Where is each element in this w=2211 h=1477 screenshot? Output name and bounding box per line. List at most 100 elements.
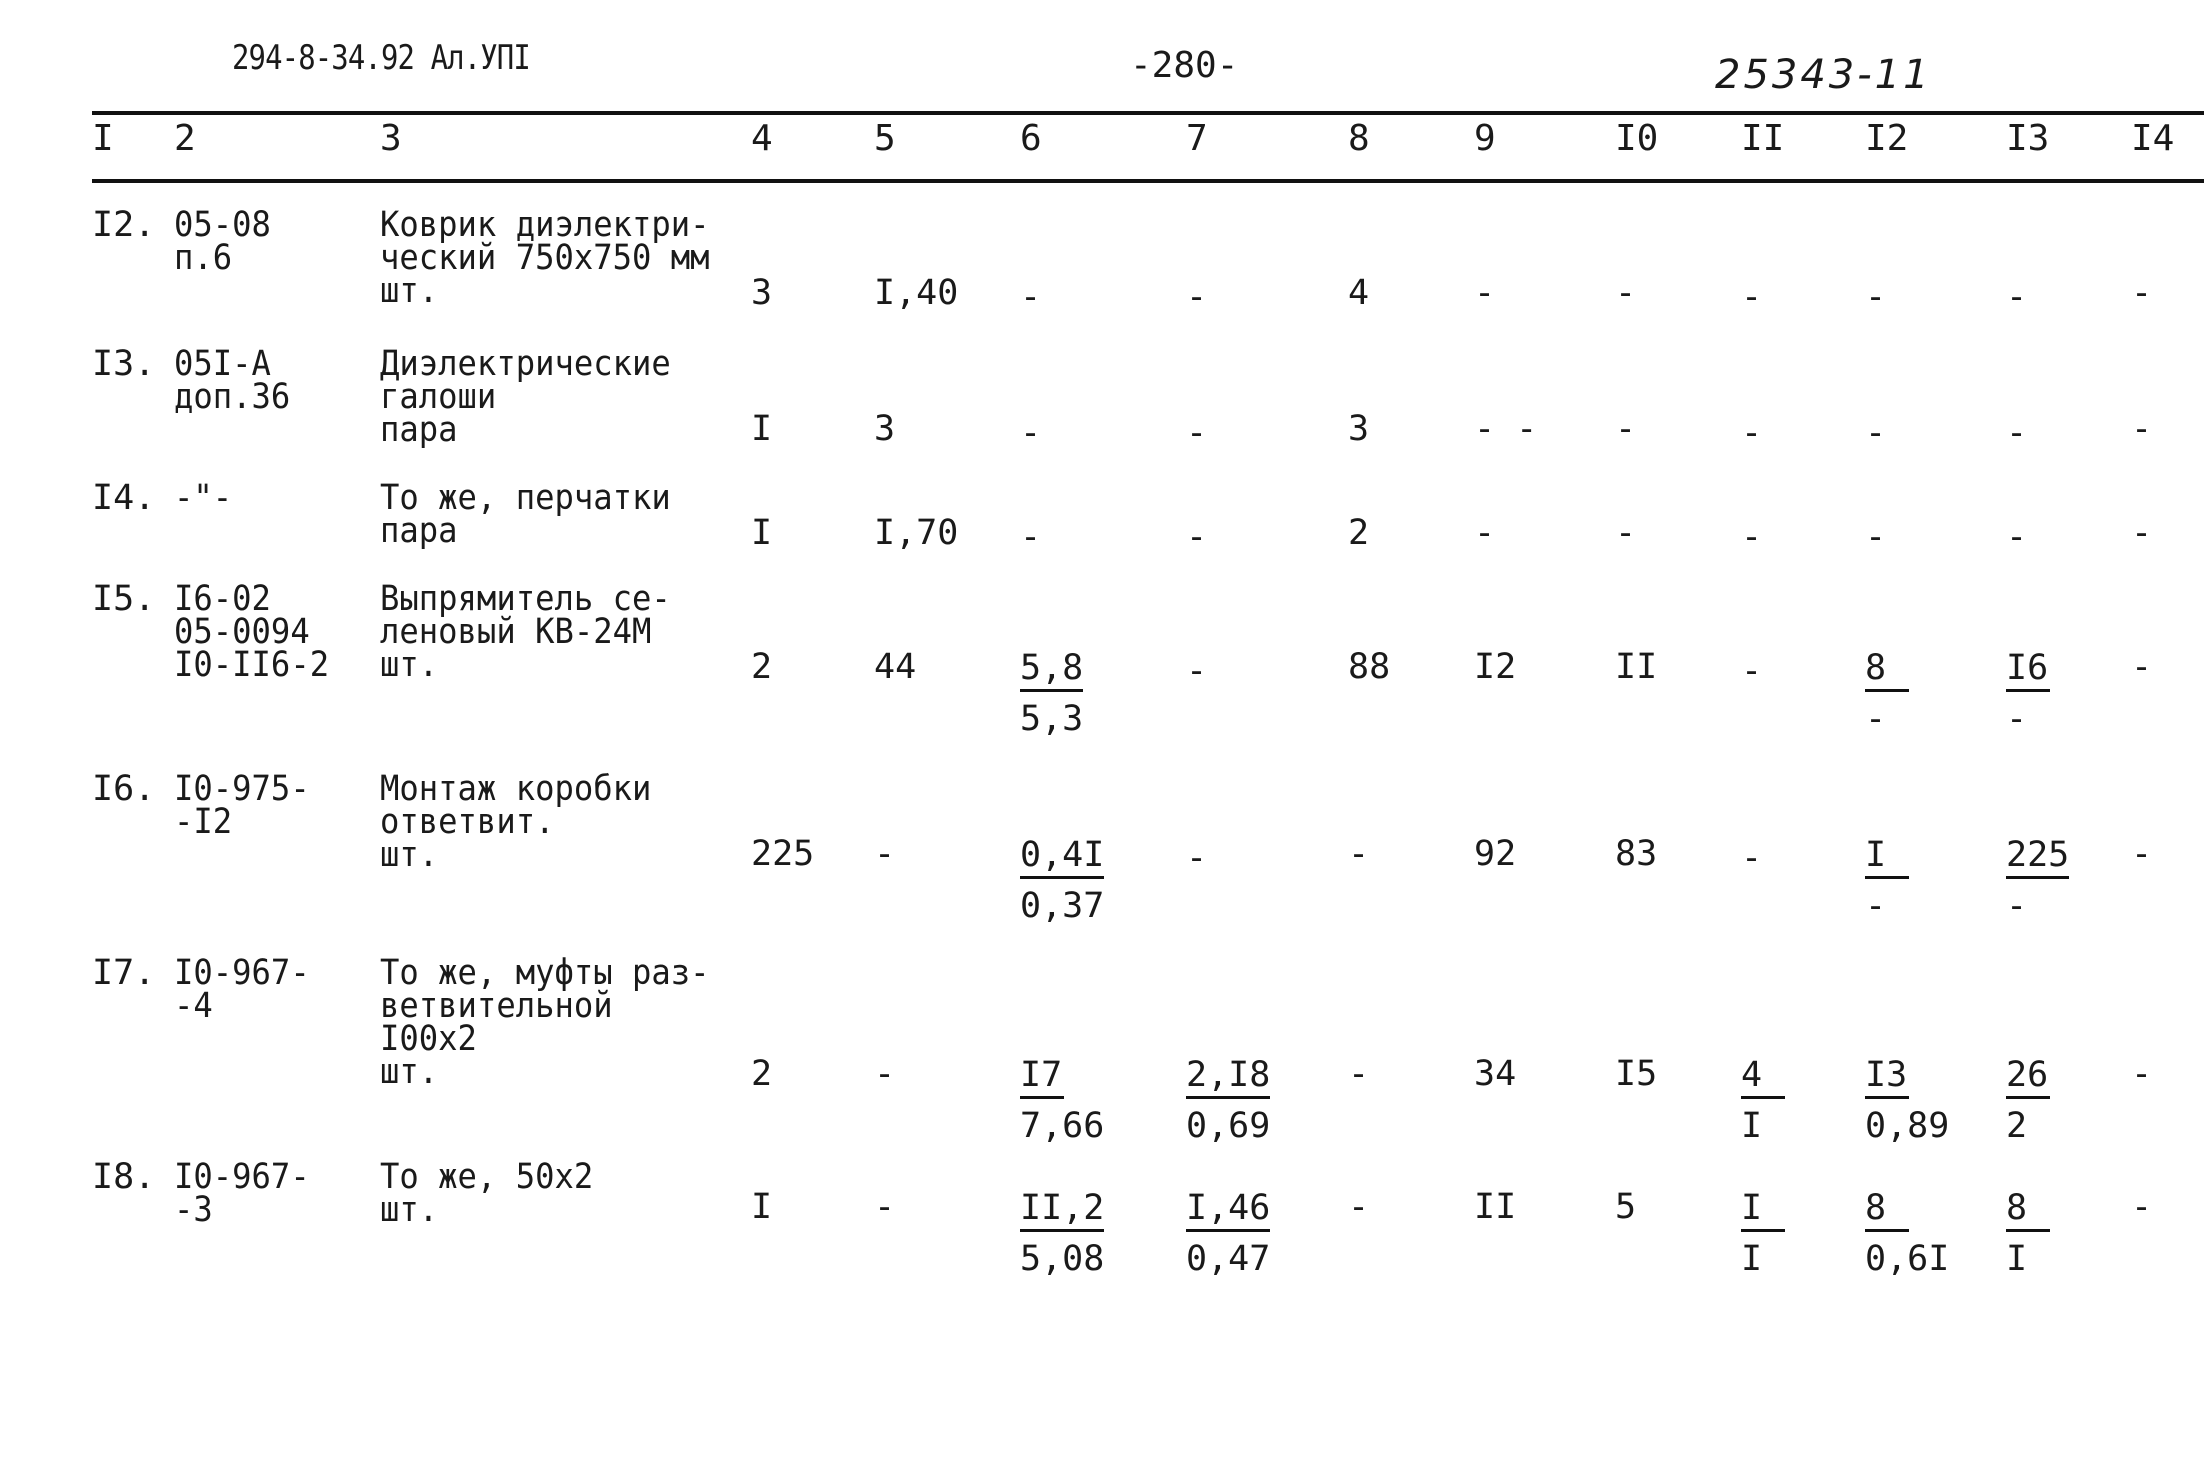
fraction-cell: 8 0,6I [1865, 1191, 1950, 1279]
col8-value: 3 [1348, 409, 1370, 449]
quantity-value: 2 [751, 647, 773, 687]
fraction-denominator: - [2006, 886, 2028, 926]
fraction-denominator: 7,66 [1020, 1106, 1105, 1146]
col8-value: 2 [1348, 513, 1370, 553]
col9-value: - [1474, 273, 1496, 313]
fraction-numerator: I6 [2006, 651, 2050, 692]
fraction-cell: 4I [1741, 1058, 1785, 1146]
row-number: I3. [92, 344, 156, 384]
page-number: -280- [1130, 45, 1239, 86]
column-header: 5 [874, 118, 896, 159]
column-header: 3 [380, 118, 402, 159]
fraction-denominator: 0,37 [1020, 886, 1105, 926]
col14-value: - [2131, 273, 2153, 313]
empty-dash: - [1020, 517, 1042, 557]
fraction-cell: 8I [2006, 1191, 2050, 1279]
col10-value: - [1615, 409, 1637, 449]
column-header: 9 [1474, 118, 1496, 159]
column-header: 6 [1020, 118, 1042, 159]
empty-dash: - [1741, 277, 1763, 317]
quantity-value: 2 [751, 1054, 773, 1094]
col14-value: - [2131, 513, 2153, 553]
fraction-numerator: I3 [1865, 1058, 1909, 1099]
fraction-numerator: 8 [2006, 1191, 2050, 1232]
col8-value: - [1348, 834, 1370, 874]
col9-value: I2 [1474, 647, 1517, 687]
column-header: I3 [2006, 118, 2050, 159]
unit-cost-value: - [874, 1054, 896, 1094]
col8-value: - [1348, 1054, 1370, 1094]
fraction-denominator: 0,47 [1186, 1239, 1271, 1279]
column-header: 7 [1186, 118, 1208, 159]
fraction-cell: 26 2 [2006, 1058, 2050, 1144]
row-number: I6. [92, 769, 156, 809]
item-description: Коврик диэлектри- ческий 750х750 мм шт. [380, 205, 710, 311]
unit-cost-value: I,70 [874, 513, 959, 553]
column-header: I2 [1865, 118, 1909, 159]
empty-dash: - [1741, 517, 1763, 557]
fraction-cell: II,2 5,08 [1020, 1191, 1105, 1277]
unit-cost-value: 3 [874, 409, 896, 449]
fraction-denominator: 5,3 [1020, 699, 1084, 739]
fraction-numerator: I7 [1020, 1058, 1064, 1099]
row-number: I7. [92, 953, 156, 993]
fraction-numerator: 4 [1741, 1058, 1785, 1099]
rate-code: I0-967- -4 [174, 953, 310, 1026]
col10-value: II [1615, 647, 1658, 687]
item-description: Выпрямитель се- леновый КВ-24М шт. [380, 579, 671, 685]
empty-dash: - [1741, 651, 1763, 691]
handwritten-reference: 25343-11 [1715, 52, 1932, 98]
row-number: I2. [92, 205, 156, 245]
rate-code: 05I-А доп.36 [174, 344, 291, 417]
fraction-numerator: I,46 [1186, 1191, 1271, 1232]
column-header: 2 [174, 118, 196, 159]
rate-code: -"- [174, 478, 233, 518]
empty-dash: - [1865, 277, 1887, 317]
fraction-denominator: 0,6I [1865, 1239, 1950, 1279]
fraction-cell: I,46 0,47 [1186, 1191, 1271, 1279]
fraction-denominator: - [1865, 699, 1887, 739]
empty-dash: - [1865, 413, 1887, 453]
col14-value: - [2131, 1187, 2153, 1227]
quantity-value: I [751, 1187, 773, 1227]
fraction-denominator: I [2006, 1239, 2028, 1279]
col14-value: - [2131, 647, 2153, 687]
rate-code: 05-08 п.6 [174, 205, 271, 278]
col10-value: 83 [1615, 834, 1658, 874]
fraction-numerator: 8 [1865, 1191, 1909, 1232]
fraction-cell: 5,8 5,3 [1020, 651, 1084, 739]
fraction-cell: II [1741, 1191, 1785, 1277]
rate-code: I0-967- -3 [174, 1157, 310, 1230]
col10-value: 5 [1615, 1187, 1637, 1227]
fraction-numerator: I [1865, 838, 1909, 879]
empty-dash: - [2006, 517, 2028, 557]
fraction-denominator: 0,89 [1865, 1106, 1950, 1146]
fraction-numerator: 5,8 [1020, 651, 1084, 692]
quantity-value: 225 [751, 834, 815, 874]
fraction-cell: I6 - [2006, 651, 2050, 737]
fraction-cell: 225 - [2006, 838, 2070, 926]
col10-value: - [1615, 513, 1637, 553]
empty-dash: - [1186, 838, 1208, 878]
fraction-numerator: 26 [2006, 1058, 2050, 1099]
col8-value: - [1348, 1187, 1370, 1227]
fraction-cell: I- [1865, 838, 1909, 924]
column-header: II [1741, 118, 1785, 159]
fraction-denominator: I [1741, 1106, 1763, 1146]
col8-value: 88 [1348, 647, 1391, 687]
col10-value: - [1615, 273, 1637, 313]
column-header: 4 [751, 118, 773, 159]
item-description: То же, муфты раз- ветвительной I00х2 шт. [380, 953, 710, 1092]
empty-dash: - [1741, 413, 1763, 453]
col9-value: - [1474, 513, 1496, 553]
col9-value: - - [1474, 409, 1538, 449]
item-description: То же, 50х2 шт. [380, 1157, 594, 1230]
column-header: I0 [1615, 118, 1659, 159]
unit-cost-value: - [874, 1187, 896, 1227]
col9-value: 34 [1474, 1054, 1517, 1094]
fraction-numerator: II,2 [1020, 1191, 1105, 1232]
fraction-cell: I3 0,89 [1865, 1058, 1950, 1146]
fraction-denominator: 0,69 [1186, 1106, 1271, 1146]
item-description: То же, перчатки пара [380, 478, 671, 551]
row-number: I8. [92, 1157, 156, 1197]
